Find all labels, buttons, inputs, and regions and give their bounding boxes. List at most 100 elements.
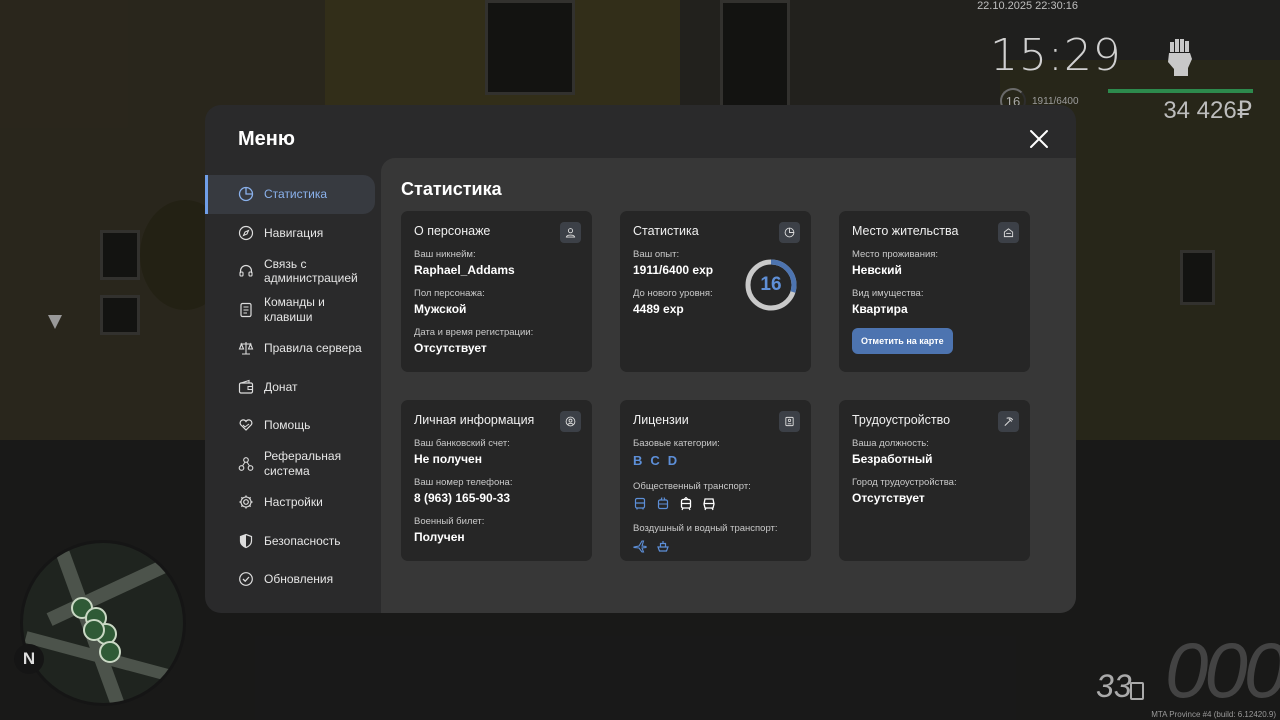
gender-value: Мужской bbox=[414, 302, 467, 316]
sidebar-item-commands[interactable]: Команды и клавиши bbox=[205, 291, 381, 330]
id-card-icon bbox=[779, 411, 800, 432]
bank-account-value: Не получен bbox=[414, 452, 482, 466]
headset-icon bbox=[239, 265, 253, 277]
category-c: C bbox=[650, 453, 660, 468]
sidebar-item-contact-admin[interactable]: Связь с администрацией bbox=[205, 252, 381, 291]
check-circle-icon bbox=[239, 572, 253, 587]
level-number: 16 bbox=[760, 274, 782, 295]
military-id-value: Получен bbox=[414, 530, 465, 544]
air-water-transport-label: Воздушный и водный транспорт: bbox=[633, 523, 778, 534]
house-icon bbox=[99, 641, 121, 663]
sidebar-item-label: Помощь bbox=[264, 418, 311, 432]
sidebar-item-settings[interactable]: Настройки bbox=[205, 483, 381, 522]
public-transport-label: Общественный транспорт: bbox=[633, 481, 751, 492]
sidebar-item-referral[interactable]: Реферальная система bbox=[205, 445, 381, 484]
residence-value: Невский bbox=[852, 263, 902, 277]
card-title: Лицензии bbox=[633, 413, 689, 427]
sidebar-item-statistics[interactable]: Статистика bbox=[205, 175, 375, 214]
sidebar-item-label: Связь с администрацией bbox=[264, 256, 358, 286]
registration-label: Дата и время регистрации: bbox=[414, 327, 534, 338]
marker-icon bbox=[48, 315, 62, 329]
sidebar-item-rules[interactable]: Правила сервера bbox=[205, 329, 381, 368]
sidebar-item-help[interactable]: Помощь bbox=[205, 406, 381, 445]
sidebar-item-label: Реферальная система bbox=[264, 449, 342, 478]
card-title: Статистика bbox=[633, 224, 699, 238]
sidebar-item-label: Навигация bbox=[264, 225, 324, 240]
shield-icon bbox=[239, 533, 253, 548]
fuel-icon bbox=[1130, 682, 1144, 700]
level-progress-ring: 16 bbox=[744, 258, 798, 312]
document-icon bbox=[240, 302, 252, 317]
gender-label: Пол персонажа: bbox=[414, 288, 485, 299]
sidebar-item-label: Безопасность bbox=[264, 533, 341, 548]
metro-icon bbox=[703, 498, 715, 511]
card-character: О персонаже Ваш никнейм: Raphael_Addams … bbox=[401, 211, 592, 372]
registration-value: Отсутствует bbox=[414, 341, 487, 355]
hud-datetime: 22.10.2025 22:30:16 bbox=[977, 0, 1078, 12]
content-panel: Статистика О персонаже Ваш никнейм: Raph… bbox=[381, 158, 1076, 613]
card-title: О персонаже bbox=[414, 224, 491, 238]
property-type-value: Квартира bbox=[852, 302, 908, 316]
sidebar-item-security[interactable]: Безопасность bbox=[205, 522, 381, 561]
boat-icon bbox=[657, 541, 669, 552]
sidebar-item-label: Обновления bbox=[264, 572, 334, 586]
nickname-label: Ваш никнейм: bbox=[414, 249, 476, 260]
house-icon bbox=[83, 619, 105, 641]
heart-hand-icon bbox=[239, 419, 253, 432]
menu-title: Меню bbox=[238, 128, 295, 150]
card-title: Трудоустройство bbox=[852, 413, 951, 427]
sidebar-item-donate[interactable]: Донат bbox=[205, 368, 381, 407]
card-residence: Место жительства Место проживания: Невск… bbox=[839, 211, 1030, 372]
pie-chart-icon bbox=[779, 222, 800, 243]
pickaxe-icon bbox=[998, 411, 1019, 432]
trolleybus-icon bbox=[657, 497, 669, 510]
card-licenses: Лицензии Базовые категории: B C D Общест… bbox=[620, 400, 811, 561]
sidebar-item-label: Правила сервера bbox=[264, 341, 362, 355]
sidebar-item-label: Статистика bbox=[264, 187, 328, 201]
hud-speed: 33 bbox=[1096, 668, 1132, 704]
sidebar-item-label: Команды и клавиши bbox=[264, 295, 325, 324]
property-type-label: Вид имущества: bbox=[852, 288, 924, 299]
pie-chart-icon bbox=[238, 187, 254, 202]
hud-odometer: 000 bbox=[1165, 626, 1280, 714]
close-icon[interactable] bbox=[1027, 127, 1051, 151]
position-value: Безработный bbox=[852, 452, 933, 466]
card-statistics: Статистика Ваш опыт: 1911/6400 exp До но… bbox=[620, 211, 811, 372]
nickname-value: Raphael_Addams bbox=[414, 263, 515, 277]
minimap[interactable] bbox=[20, 540, 186, 706]
sidebar-item-updates[interactable]: Обновления bbox=[205, 560, 381, 599]
network-icon bbox=[238, 456, 254, 471]
card-title: Место жительства bbox=[852, 224, 959, 238]
base-categories-label: Базовые категории: bbox=[633, 438, 720, 449]
job-city-label: Город трудоустройства: bbox=[852, 477, 957, 488]
sidebar: Статистика Навигация Связь с администрац… bbox=[205, 175, 381, 599]
tram-icon bbox=[680, 497, 692, 511]
wallet-icon bbox=[238, 379, 254, 394]
category-d: D bbox=[667, 453, 678, 468]
position-label: Ваша должность: bbox=[852, 438, 929, 449]
card-title: Личная информация bbox=[414, 413, 535, 427]
gear-icon bbox=[239, 495, 253, 509]
home-icon bbox=[998, 222, 1019, 243]
residence-label: Место проживания: bbox=[852, 249, 939, 260]
build-info: MTA Province #4 (build: 6.12420.9) bbox=[1151, 710, 1276, 719]
north-indicator: N bbox=[14, 644, 44, 674]
bus-icon bbox=[634, 497, 646, 510]
phone-value: 8 (963) 165-90-33 bbox=[414, 491, 511, 505]
fist-icon bbox=[1168, 39, 1192, 76]
user-circle-icon bbox=[560, 411, 581, 432]
compass-icon bbox=[238, 225, 254, 240]
card-employment: Трудоустройство Ваша должность: Безработ… bbox=[839, 400, 1030, 561]
hud-money: 34 426₽ bbox=[1163, 97, 1252, 124]
sidebar-item-label: Настройки bbox=[264, 495, 323, 509]
sidebar-item-label: Донат bbox=[264, 379, 298, 394]
category-b: B bbox=[633, 453, 643, 468]
public-transport-icons bbox=[633, 497, 798, 511]
air-water-transport-icons bbox=[633, 539, 798, 553]
airplane-icon bbox=[633, 540, 647, 553]
health-bar bbox=[1108, 89, 1253, 93]
page-title: Статистика bbox=[401, 179, 502, 199]
sidebar-item-navigation[interactable]: Навигация bbox=[205, 214, 381, 253]
mark-on-map-button[interactable]: Отметить на карте bbox=[852, 328, 953, 354]
job-city-value: Отсутствует bbox=[852, 491, 925, 505]
